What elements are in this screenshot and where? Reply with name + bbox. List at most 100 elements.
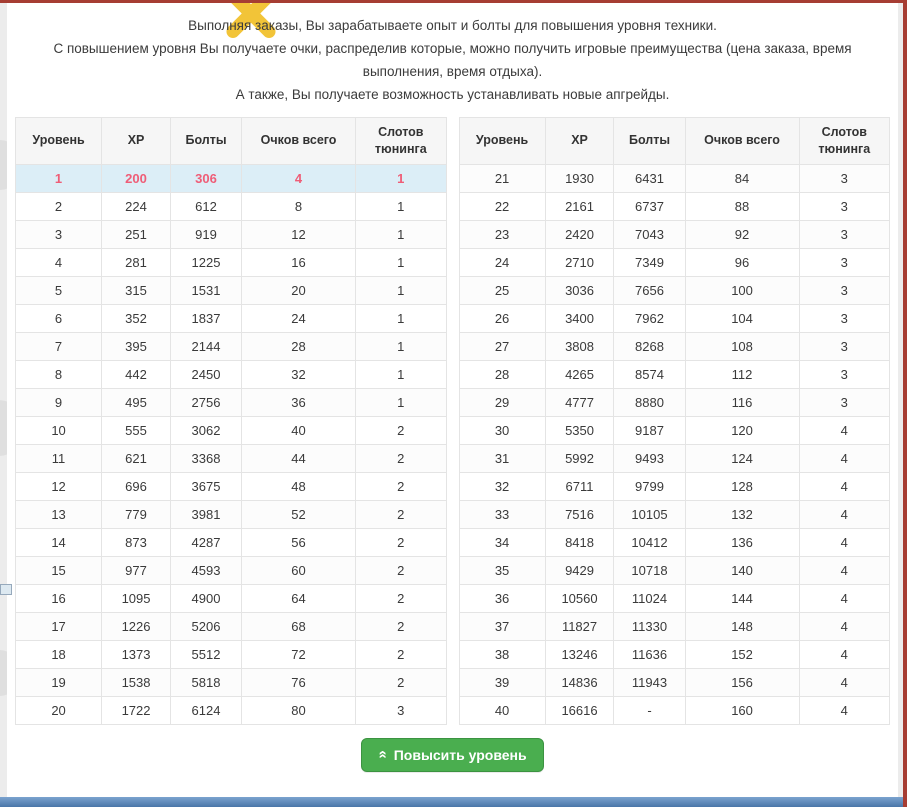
cell: 26 (459, 304, 545, 332)
cell: 7043 (614, 220, 685, 248)
cell: 25 (459, 276, 545, 304)
cell: 10560 (545, 584, 614, 612)
cell: 200 (102, 164, 171, 192)
level-row: 120030641 (16, 164, 447, 192)
cell: 352 (102, 304, 171, 332)
level-row: 53151531201 (16, 276, 447, 304)
level-up-button[interactable]: » Повысить уровень (361, 738, 543, 772)
cell: 2450 (170, 360, 241, 388)
level-row: 84422450321 (16, 360, 447, 388)
cell: 4 (799, 444, 889, 472)
cell: 4 (16, 248, 102, 276)
cell: 1 (356, 332, 446, 360)
cell: 6431 (614, 164, 685, 192)
cell: 11 (16, 444, 102, 472)
cell: 56 (242, 528, 356, 556)
cell: 144 (685, 584, 799, 612)
cell: 16 (242, 248, 356, 276)
cell: 44 (242, 444, 356, 472)
cell: 35 (459, 556, 545, 584)
column-header: Слотов тюнинга (799, 117, 889, 164)
cell: 2 (356, 640, 446, 668)
level-row: 1712265206682 (16, 612, 447, 640)
cell: 140 (685, 556, 799, 584)
cell: 52 (242, 500, 356, 528)
button-row: » Повысить уровень (15, 738, 890, 772)
cell: 156 (685, 668, 799, 696)
level-row: 1610954900642 (16, 584, 447, 612)
cell: 395 (102, 332, 171, 360)
cell: 696 (102, 472, 171, 500)
cell: 24 (242, 304, 356, 332)
cell: 251 (102, 220, 171, 248)
cell: 5 (16, 276, 102, 304)
cell: 32 (459, 472, 545, 500)
column-header: Уровень (459, 117, 545, 164)
cell: 4265 (545, 360, 614, 388)
cell: 2 (356, 612, 446, 640)
cell: 4 (799, 640, 889, 668)
cell: 40 (242, 416, 356, 444)
cell: 13246 (545, 640, 614, 668)
cell: 495 (102, 388, 171, 416)
cell: 76 (242, 668, 356, 696)
cell: 37 (459, 612, 545, 640)
cell: 128 (685, 472, 799, 500)
level-row: 94952756361 (16, 388, 447, 416)
cell: 2 (356, 668, 446, 696)
cell: 124 (685, 444, 799, 472)
cell: 4 (799, 612, 889, 640)
cell: 4777 (545, 388, 614, 416)
cell: 2420 (545, 220, 614, 248)
level-tables: УровеньXPБолтыОчков всегоСлотов тюнинга1… (15, 117, 890, 725)
cell: 136 (685, 528, 799, 556)
cell: 120 (685, 416, 799, 444)
cell: 32 (242, 360, 356, 388)
cell: 3 (799, 388, 889, 416)
cell: 72 (242, 640, 356, 668)
cell: 16616 (545, 696, 614, 724)
cell: 152 (685, 640, 799, 668)
cell: 1095 (102, 584, 171, 612)
cell: 977 (102, 556, 171, 584)
cell: 9187 (614, 416, 685, 444)
cell: 1 (356, 360, 446, 388)
level-row: 1915385818762 (16, 668, 447, 696)
cell: 1837 (170, 304, 241, 332)
cell: 132 (685, 500, 799, 528)
cell: 8268 (614, 332, 685, 360)
cell: 2161 (545, 192, 614, 220)
cell: 4 (799, 500, 889, 528)
level-row: 3914836119431564 (459, 668, 890, 696)
cell: 3 (799, 220, 889, 248)
level-row: 1813735512722 (16, 640, 447, 668)
cell: 116 (685, 388, 799, 416)
cell: 17 (16, 612, 102, 640)
cell: 555 (102, 416, 171, 444)
cell: 36 (459, 584, 545, 612)
cell: 6 (16, 304, 102, 332)
level-row: 2017226124803 (16, 696, 447, 724)
level-row: 2427107349963 (459, 248, 890, 276)
level-row: 148734287562 (16, 528, 447, 556)
cell: 3981 (170, 500, 241, 528)
cell: 8880 (614, 388, 685, 416)
cell: 31 (459, 444, 545, 472)
cell: 1226 (102, 612, 171, 640)
cell: 40 (459, 696, 545, 724)
cell: 3 (799, 248, 889, 276)
cell: 3 (799, 332, 889, 360)
level-row: 348418104121364 (459, 528, 890, 556)
cell: 20 (242, 276, 356, 304)
cell: 1225 (170, 248, 241, 276)
cell: 36 (242, 388, 356, 416)
levels-panel: Выполняя заказы, Вы зарабатываете опыт и… (7, 3, 898, 797)
cell: 84 (685, 164, 799, 192)
cell: 3400 (545, 304, 614, 332)
cell: 6124 (170, 696, 241, 724)
cell: 2 (356, 556, 446, 584)
cell: 8 (242, 192, 356, 220)
cell: 281 (102, 248, 171, 276)
cell: 1531 (170, 276, 241, 304)
cell: 8574 (614, 360, 685, 388)
